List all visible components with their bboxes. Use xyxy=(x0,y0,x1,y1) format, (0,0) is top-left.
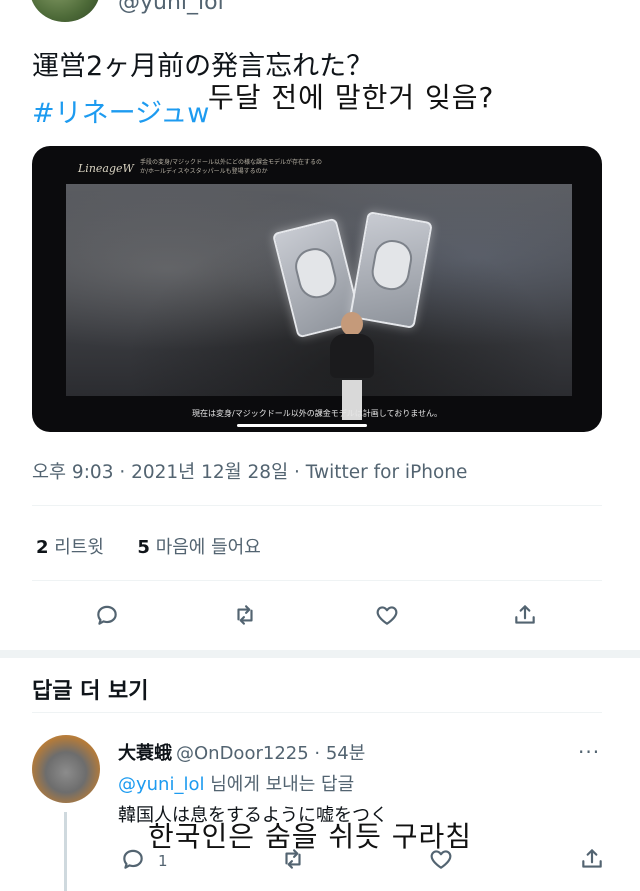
like-icon[interactable] xyxy=(424,842,458,876)
more-replies-title: 답글 더 보기 xyxy=(32,679,149,704)
retweet-count[interactable]: 2 xyxy=(36,537,49,558)
retweet-icon[interactable] xyxy=(228,598,262,632)
author-avatar[interactable] xyxy=(30,0,100,22)
reply-handle-time[interactable]: @OnDoor1225 · 54분 xyxy=(176,739,365,765)
tweet-timestamp: 오후 9:03 · 2021년 12월 28일 · Twitter for iP… xyxy=(32,462,468,483)
media-subtitle: 現在は変身/マジックドール以外の課金モデルは計画しておりません。 xyxy=(192,409,442,418)
share-icon[interactable] xyxy=(575,842,609,876)
reply-to-mention[interactable]: @yuni_lol xyxy=(118,774,204,795)
media-progress-bar[interactable] xyxy=(237,424,367,427)
divider xyxy=(32,712,602,713)
reply-display-name[interactable]: 大蓑蛾 xyxy=(118,739,172,765)
presenter-body xyxy=(330,334,374,378)
reply-icon[interactable] xyxy=(90,598,124,632)
replying-to: @yuni_lol 님에게 보내는 답글 xyxy=(118,770,354,796)
section-separator xyxy=(0,650,640,658)
thread-line xyxy=(64,812,67,891)
reply-to-label: 님에게 보내는 답글 xyxy=(204,774,355,795)
tweet-media[interactable]: LineageW 手段の変身/マジックドール以外にどの様な課金モデルが存在するの… xyxy=(32,146,602,432)
media-logo: LineageW xyxy=(78,162,134,175)
presenter-head xyxy=(341,312,363,336)
reply-icon[interactable] xyxy=(116,842,150,876)
more-options-icon[interactable]: ··· xyxy=(578,740,600,764)
retweet-label[interactable]: 리트윗 xyxy=(54,537,104,558)
card-right xyxy=(349,211,433,329)
like-count[interactable]: 5 xyxy=(137,537,150,558)
media-stage xyxy=(66,184,572,420)
divider xyxy=(32,505,602,506)
author-handle[interactable]: @yuni_lol xyxy=(118,0,224,15)
tweet-stats: 2 리트윗 5 마음에 들어요 xyxy=(36,533,261,559)
reply-avatar[interactable] xyxy=(32,735,100,803)
share-icon[interactable] xyxy=(508,598,542,632)
tweet-hashtag[interactable]: #リネージュw xyxy=(32,91,209,130)
translation-overlay: 두달 전에 말한거 잊음? xyxy=(208,81,495,114)
reply-count: 1 xyxy=(158,852,168,870)
like-label[interactable]: 마음에 들어요 xyxy=(156,537,261,558)
retweet-icon[interactable] xyxy=(276,842,310,876)
media-top-caption: 手段の変身/マジックドール以外にどの様な課金モデルが存在するのか/ホールディスや… xyxy=(140,159,323,175)
divider xyxy=(32,580,602,581)
like-icon[interactable] xyxy=(370,598,404,632)
